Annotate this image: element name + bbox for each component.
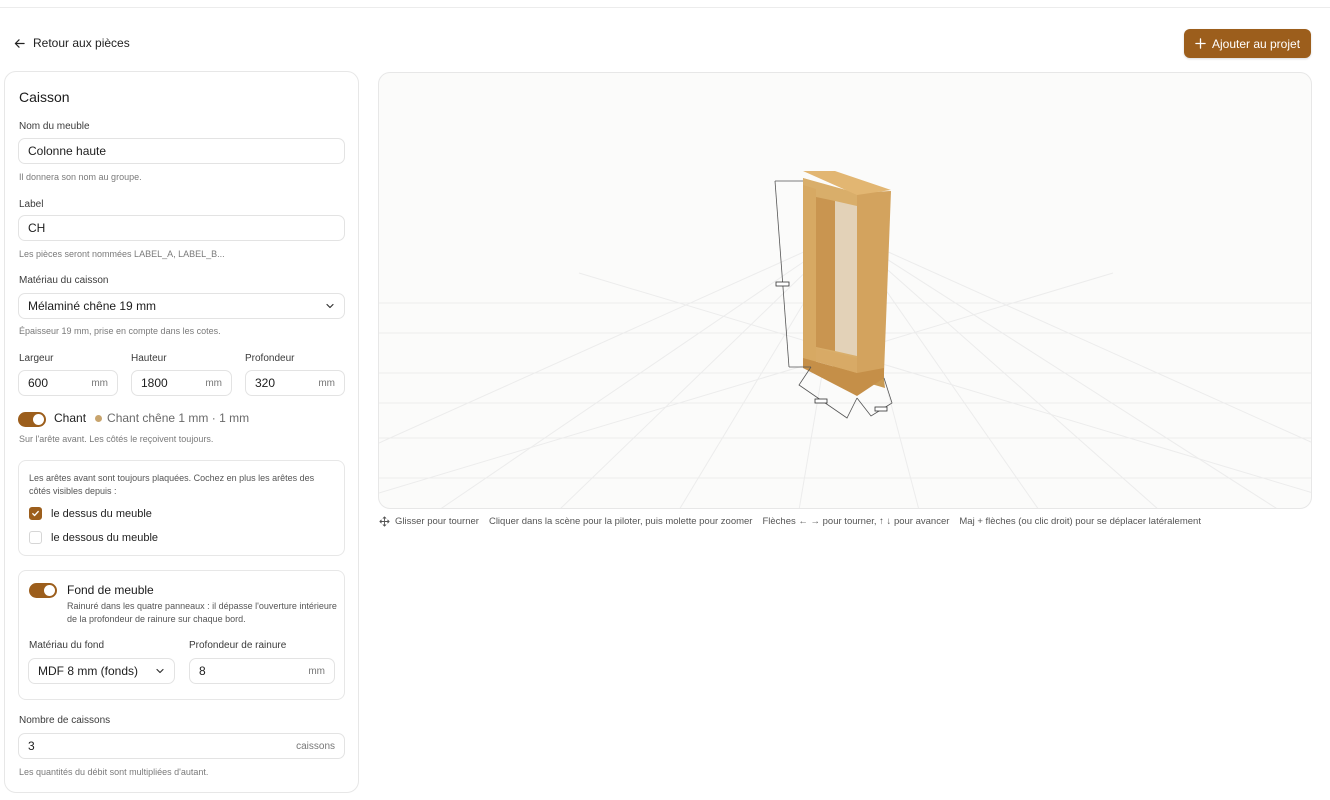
visible-edges-box: Les arêtes avant sont toujours plaquées.… [18, 460, 345, 556]
help-arrows-text: Flèches ← → pour tourner, ↑ ↓ pour avanc… [762, 516, 950, 527]
back-material-label: Matériau du fond [29, 640, 105, 651]
cabinet-model [803, 171, 891, 396]
height-value: 1800 [141, 376, 168, 390]
top-divider [0, 7, 1330, 8]
cabinet-settings-panel: Caisson Nom du meuble Colonne haute Il d… [4, 71, 359, 793]
check-top-checkbox[interactable] [29, 507, 42, 520]
back-panel-box: Fond de meuble Rainuré dans les quatre p… [18, 570, 345, 700]
width-label: Largeur [19, 353, 54, 364]
groove-input[interactable]: 8 mm [189, 658, 335, 684]
width-input[interactable]: 600 mm [18, 370, 118, 396]
name-label: Nom du meuble [19, 121, 90, 132]
tag-label: Label [19, 199, 44, 210]
back-to-parts-link[interactable]: Retour aux pièces [14, 36, 130, 50]
name-value: Colonne haute [28, 144, 107, 158]
back-panel-description: Rainuré dans les quatre panneaux : il dé… [67, 601, 337, 624]
height-label: Hauteur [131, 353, 167, 364]
chevron-down-icon [156, 668, 164, 674]
check-bottom-row[interactable]: le dessous du meuble [29, 531, 158, 544]
name-hint: Il donnera son nom au groupe. [19, 172, 142, 182]
visible-edges-text: Les arêtes avant sont toujours plaquées.… [29, 473, 315, 496]
width-value: 600 [28, 376, 49, 390]
tag-input[interactable]: CH [18, 215, 345, 241]
count-input[interactable]: 3 caissons [18, 733, 345, 759]
depth-label: Profondeur [245, 353, 295, 364]
edge-swatch [95, 414, 103, 422]
groove-value: 8 [199, 664, 206, 678]
groove-unit: mm [308, 665, 325, 677]
material-select[interactable]: Mélaminé chêne 19 mm [18, 293, 345, 319]
name-input[interactable]: Colonne haute [18, 138, 345, 164]
edge-row: Chant Chant chêne 1 mm · 1 mm [19, 411, 249, 425]
edge-description: Chant chêne 1 mm · 1 mm [107, 411, 250, 425]
check-bottom-checkbox[interactable] [29, 531, 42, 544]
width-handle[interactable] [814, 398, 828, 404]
material-hint: Épaisseur 19 mm, prise en compte dans le… [19, 326, 221, 336]
help-click-text: Cliquer dans la scène pour la piloter, p… [488, 516, 753, 527]
check-top-row[interactable]: le dessus du meuble [29, 507, 152, 520]
count-label: Nombre de caissons [19, 715, 111, 726]
height-handle[interactable] [775, 281, 790, 287]
add-to-project-button[interactable]: Ajouter au projet [1184, 29, 1311, 58]
check-bottom-label: le dessous du meuble [51, 531, 159, 544]
help-drag: Glisser pour tourner [379, 516, 479, 527]
depth-input[interactable]: 320 mm [245, 370, 345, 396]
tag-hint: Les pièces seront nommées LABEL_A, LABEL… [19, 249, 225, 259]
move-icon [379, 516, 390, 527]
help-drag-text: Glisser pour tourner [395, 516, 479, 527]
back-material-value: MDF 8 mm (fonds) [38, 664, 139, 678]
edge-hint: Sur l'arête avant. Les côtés le reçoiven… [19, 434, 214, 444]
back-panel-title: Fond de meuble [67, 583, 154, 597]
chevron-down-icon [326, 303, 334, 309]
plus-icon [1195, 38, 1206, 49]
back-material-select[interactable]: MDF 8 mm (fonds) [28, 658, 175, 684]
help-shift-text: Maj + flèches (ou clic droit) pour se dé… [959, 516, 1201, 527]
3d-viewport[interactable] [378, 72, 1312, 509]
check-top-label: le dessus du meuble [51, 507, 152, 520]
width-unit: mm [91, 377, 108, 389]
count-value: 3 [28, 739, 35, 753]
groove-label: Profondeur de rainure [189, 640, 287, 651]
depth-value: 320 [255, 376, 276, 390]
material-label: Matériau du caisson [19, 275, 109, 286]
back-panel-toggle[interactable] [29, 583, 57, 598]
back-link-label: Retour aux pièces [33, 36, 130, 50]
count-unit: caissons [296, 740, 335, 752]
edge-label: Chant [54, 411, 87, 425]
add-to-project-label: Ajouter au projet [1211, 36, 1301, 51]
viewport-help-bar: Glisser pour tourner Cliquer dans la scè… [379, 516, 1201, 527]
tag-value: CH [28, 221, 46, 235]
material-value: Mélaminé chêne 19 mm [28, 299, 157, 313]
arrow-left-icon [14, 38, 25, 48]
cabinet-3d-scene[interactable] [379, 73, 1312, 509]
count-hint: Les quantités du débit sont multipliées … [19, 767, 209, 777]
height-unit: mm [205, 377, 222, 389]
depth-handle[interactable] [874, 406, 888, 412]
check-icon [32, 510, 39, 517]
panel-title: Caisson [19, 89, 70, 105]
height-input[interactable]: 1800 mm [131, 370, 232, 396]
depth-unit: mm [318, 377, 335, 389]
